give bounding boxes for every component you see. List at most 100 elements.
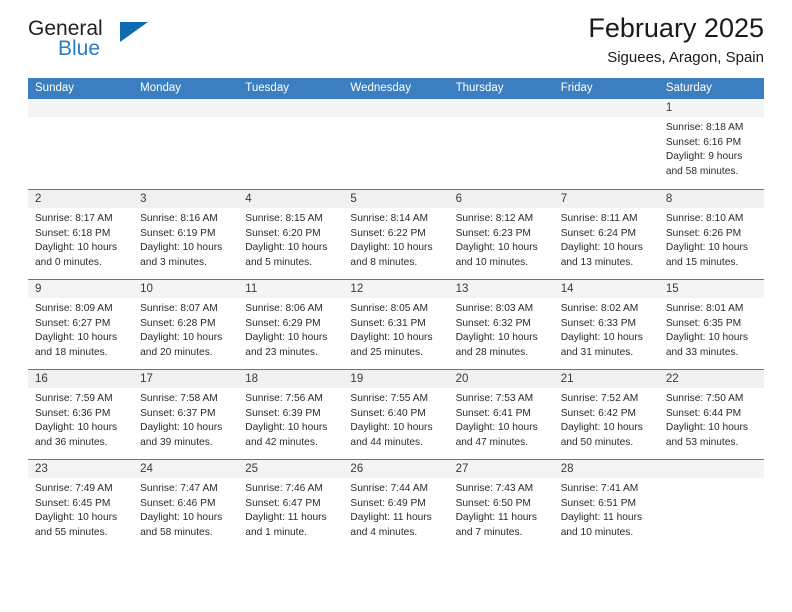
day-number: 14 [560, 283, 574, 295]
day-number-band: 6 [448, 190, 554, 208]
daylight-text: Daylight: 10 hours and 33 minutes. [665, 332, 748, 358]
daylight-text: Daylight: 11 hours and 10 minutes. [560, 512, 643, 538]
day-cell[interactable]: 24 Sunrise: 7:47 AM Sunset: 6:46 PM Dayligh… [133, 460, 239, 549]
sunrise-text: Sunrise: 7:53 AM [455, 393, 534, 404]
day-cell[interactable]: 6 Sunrise: 8:12 AM Sunset: 6:23 PM Daylight… [448, 190, 554, 279]
day-cell[interactable]: 17 Sunrise: 7:58 AM Sunset: 6:37 PM Dayligh… [133, 370, 239, 459]
day-number: 27 [455, 463, 469, 475]
sunrise-text: Sunrise: 8:17 AM [35, 213, 113, 224]
daylight-text: Daylight: 10 hours and 0 minutes. [35, 242, 118, 268]
day-number-band: 9 [28, 280, 134, 298]
day-sun-info: Sunrise: 8:05 AM Sunset: 6:31 PM Daylight:… [343, 298, 448, 360]
day-cell[interactable]: 5 Sunrise: 8:14 AM Sunset: 6:22 PM Daylight… [343, 190, 449, 279]
day-number: 24 [140, 463, 153, 475]
day-sun-info: Sunrise: 7:53 AM Sunset: 6:41 PM Daylight:… [449, 388, 554, 450]
day-cell[interactable]: 28 Sunrise: 7:41 AM Sunset: 6:51 PM Dayligh… [553, 460, 659, 549]
day-sun-info: Sunrise: 8:15 AM Sunset: 6:20 PM Daylight:… [238, 208, 343, 270]
day-number-band: 16 [28, 370, 134, 388]
sunset-text: Sunset: 6:50 PM [455, 497, 531, 509]
day-cell[interactable]: 27 Sunrise: 7:43 AM Sunset: 6:50 PM Dayligh… [448, 460, 554, 549]
day-cell[interactable]: 7 Sunrise: 8:11 AM Sunset: 6:24 PM Daylight… [553, 190, 659, 279]
day-cell[interactable]: 10 Sunrise: 8:07 AM Sunset: 6:28 PM Dayligh… [133, 280, 239, 369]
day-number-band: 23 [28, 460, 134, 478]
calendar-week-row: 2 Sunrise: 8:17 AM Sunset: 6:18 PM Daylight… [28, 189, 764, 279]
day-sun-info: Sunrise: 7:44 AM Sunset: 6:49 PM Daylight:… [343, 478, 448, 540]
calendar-week-row: 23 Sunrise: 7:49 AM Sunset: 6:45 PM Dayligh… [28, 459, 764, 549]
day-sun-info: Sunrise: 7:58 AM Sunset: 6:37 PM Daylight:… [133, 388, 238, 450]
page-header: General Blue February 2025 Siguees, Arag… [28, 0, 764, 74]
day-cell[interactable]: 13 Sunrise: 8:03 AM Sunset: 6:32 PM Dayligh… [448, 280, 554, 369]
day-cell[interactable]: 18 Sunrise: 7:56 AM Sunset: 6:39 PM Dayligh… [238, 370, 344, 459]
daylight-text: Daylight: 10 hours and 55 minutes. [35, 512, 118, 538]
day-sun-info: Sunrise: 8:01 AM Sunset: 6:35 PM Daylight:… [659, 298, 764, 360]
sunrise-text: Sunrise: 7:41 AM [560, 483, 639, 494]
day-number-band [658, 460, 764, 478]
day-number-band: 7 [553, 190, 659, 208]
sunrise-text: Sunrise: 8:01 AM [665, 303, 744, 314]
day-number-band: 21 [553, 370, 659, 388]
day-sun-info: Sunrise: 7:59 AM Sunset: 6:36 PM Daylight:… [28, 388, 133, 450]
day-cell[interactable]: 9 Sunrise: 8:09 AM Sunset: 6:27 PM Daylight… [28, 280, 134, 369]
day-cell[interactable]: 23 Sunrise: 7:49 AM Sunset: 6:45 PM Dayligh… [28, 460, 134, 549]
day-sun-info: Sunrise: 8:17 AM Sunset: 6:18 PM Daylight:… [28, 208, 133, 270]
day-cell[interactable]: 15 Sunrise: 8:01 AM Sunset: 6:35 PM Dayligh… [658, 280, 764, 369]
day-number-band: 8 [658, 190, 764, 208]
day-sun-info: Sunrise: 8:09 AM Sunset: 6:27 PM Daylight:… [28, 298, 133, 360]
sunrise-text: Sunrise: 8:12 AM [455, 213, 534, 224]
sunrise-text: Sunrise: 7:44 AM [350, 483, 429, 494]
sunset-text: Sunset: 6:35 PM [665, 317, 742, 329]
sunset-text: Sunset: 6:18 PM [35, 227, 111, 239]
day-cell[interactable]: 12 Sunrise: 8:05 AM Sunset: 6:31 PM Dayligh… [343, 280, 449, 369]
day-number-band: 10 [133, 280, 239, 298]
day-number-band [343, 99, 449, 117]
day-sun-info: Sunrise: 7:50 AM Sunset: 6:44 PM Daylight:… [659, 388, 764, 450]
weekday-header-sunday: Sunday [35, 82, 75, 94]
day-cell[interactable]: 19 Sunrise: 7:55 AM Sunset: 6:40 PM Dayligh… [343, 370, 449, 459]
day-sun-info: Sunrise: 8:06 AM Sunset: 6:29 PM Daylight:… [238, 298, 343, 360]
day-number-band: 3 [133, 190, 239, 208]
sunrise-text: Sunrise: 8:06 AM [245, 303, 323, 314]
daylight-text: Daylight: 10 hours and 36 minutes. [35, 422, 118, 448]
day-cell[interactable]: 2 Sunrise: 8:17 AM Sunset: 6:18 PM Daylight… [28, 190, 134, 279]
day-number: 13 [455, 283, 469, 295]
daylight-text: Daylight: 10 hours and 42 minutes. [245, 422, 328, 448]
sunrise-text: Sunrise: 7:56 AM [245, 393, 323, 404]
daylight-text: Daylight: 10 hours and 28 minutes. [455, 332, 538, 358]
day-sun-info: Sunrise: 8:07 AM Sunset: 6:28 PM Daylight:… [133, 298, 238, 360]
calendar-week-row: 16 Sunrise: 7:59 AM Sunset: 6:36 PM Dayligh… [28, 369, 764, 459]
day-cell[interactable]: 25 Sunrise: 7:46 AM Sunset: 6:47 PM Dayligh… [238, 460, 344, 549]
day-cell[interactable]: 21 Sunrise: 7:52 AM Sunset: 6:42 PM Dayligh… [553, 370, 659, 459]
day-cell[interactable]: 22 Sunrise: 7:50 AM Sunset: 6:44 PM Dayligh… [658, 370, 764, 459]
day-cell[interactable]: 1 Sunrise: 8:18 AM Sunset: 6:16 PM Daylight… [658, 99, 764, 189]
daylight-text: Daylight: 10 hours and 44 minutes. [350, 422, 433, 448]
day-number: 25 [245, 463, 259, 475]
day-cell[interactable]: 14 Sunrise: 8:02 AM Sunset: 6:33 PM Dayligh… [553, 280, 659, 369]
day-number-band: 27 [448, 460, 554, 478]
day-sun-info: Sunrise: 7:52 AM Sunset: 6:42 PM Daylight:… [554, 388, 659, 450]
sunset-text: Sunset: 6:16 PM [665, 136, 742, 148]
sunset-text: Sunset: 6:27 PM [35, 317, 111, 329]
day-cell[interactable]: 26 Sunrise: 7:44 AM Sunset: 6:49 PM Dayligh… [343, 460, 449, 549]
daylight-text: Daylight: 10 hours and 13 minutes. [560, 242, 643, 268]
day-cell[interactable]: 20 Sunrise: 7:53 AM Sunset: 6:41 PM Dayligh… [448, 370, 554, 459]
day-cell[interactable]: 3 Sunrise: 8:16 AM Sunset: 6:19 PM Daylight… [133, 190, 239, 279]
daylight-text: Daylight: 10 hours and 25 minutes. [350, 332, 433, 358]
day-sun-info: Sunrise: 8:03 AM Sunset: 6:32 PM Daylight:… [449, 298, 554, 360]
day-sun-info: Sunrise: 7:55 AM Sunset: 6:40 PM Daylight:… [343, 388, 448, 450]
day-cell[interactable]: 4 Sunrise: 8:15 AM Sunset: 6:20 PM Daylight… [238, 190, 344, 279]
sunrise-text: Sunrise: 8:18 AM [665, 122, 744, 133]
daylight-text: Daylight: 10 hours and 31 minutes. [560, 332, 643, 358]
day-number: 19 [350, 373, 364, 385]
day-number: 20 [455, 373, 469, 385]
logo-triangle-icon [120, 22, 148, 42]
daylight-text: Daylight: 10 hours and 53 minutes. [665, 422, 748, 448]
day-number-band [448, 99, 554, 117]
general-blue-logo[interactable]: General Blue [28, 18, 148, 72]
day-cell[interactable]: 11 Sunrise: 8:06 AM Sunset: 6:29 PM Dayligh… [238, 280, 344, 369]
day-number-band: 20 [448, 370, 554, 388]
day-number: 6 [455, 193, 462, 205]
day-cell[interactable]: 16 Sunrise: 7:59 AM Sunset: 6:36 PM Dayligh… [28, 370, 134, 459]
daylight-text: Daylight: 10 hours and 5 minutes. [245, 242, 328, 268]
sunset-text: Sunset: 6:19 PM [140, 227, 216, 239]
day-cell[interactable]: 8 Sunrise: 8:10 AM Sunset: 6:26 PM Daylight… [658, 190, 764, 279]
